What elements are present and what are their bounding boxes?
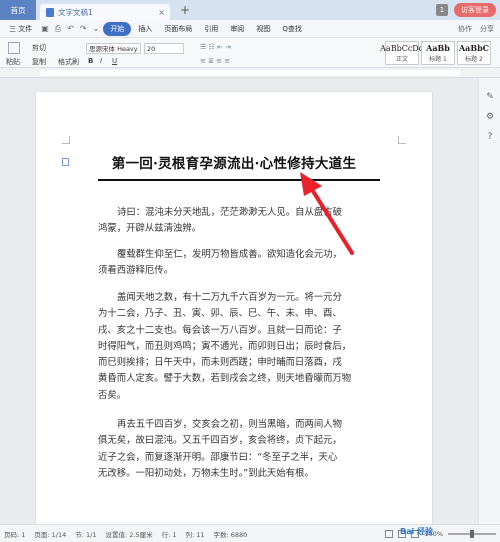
zoom-knob[interactable] <box>470 529 474 538</box>
title-bar: 首页 文字文稿1 × + 1 访客登录 <box>0 0 500 20</box>
tab-view[interactable]: 视图 <box>251 24 275 34</box>
style-sample: AaBbCcDd <box>380 43 424 53</box>
title-underline <box>98 179 380 181</box>
bold-button[interactable]: B <box>88 57 93 65</box>
text-line: 近子之会，而复逐渐开明。邵康节曰：“冬至子之半，天心 <box>98 451 338 463</box>
text-line: 否矣。 <box>98 389 127 401</box>
underline-button[interactable]: U <box>112 57 117 65</box>
status-row: 行: 1 <box>161 530 177 539</box>
style-label: 标题 1 <box>429 56 447 63</box>
align-icons[interactable]: ≡ ≣ ≡ ≡ <box>200 57 230 65</box>
share-button[interactable]: 分享 <box>480 24 494 34</box>
document-icon <box>46 7 54 17</box>
save-icon[interactable]: ▣ <box>39 24 51 33</box>
document-title[interactable]: 第一回·灵根育孕源流出·心性修持大道生 <box>36 152 432 172</box>
style-sample: AaBb <box>426 43 450 53</box>
zoom-slider[interactable] <box>448 529 496 538</box>
status-section: 节: 1/1 <box>75 530 97 539</box>
paste-icon[interactable] <box>8 42 20 54</box>
list-icons[interactable]: ☰ ☷ ⇤ ⇥ <box>200 43 231 51</box>
text-line: 覆载群生仰至仁，发明万物皆成善。欲知造化会元功， <box>117 249 343 260</box>
document-page[interactable]: 第一回·灵根育孕源流出·心性修持大道生 诗曰：混沌未分天地乱，茫茫渺渺无人见。自… <box>36 92 432 532</box>
paragraph[interactable]: 再去五千四百岁，交亥会之初，则当黑暗，而两间人物 俱无矣，故曰混沌。又五千四百岁… <box>98 417 380 482</box>
file-menu[interactable]: 三 文件 <box>4 24 37 34</box>
print-icon[interactable]: ⎙ <box>53 24 63 34</box>
tab-insert[interactable]: 插入 <box>133 24 157 34</box>
cut-button[interactable]: 剪切 <box>32 43 46 53</box>
watermark: Bai 经验 <box>400 527 434 536</box>
text-line: 再去五千四百岁，交亥会之初，则当黑暗，而两间人物 <box>117 419 343 430</box>
search-button[interactable]: Q查找 <box>277 24 307 34</box>
page-corner-mark <box>62 136 70 144</box>
text-line: 黄昏而人定亥。譬于大数，若到戌会之终，则天地昏曚而万物 <box>98 373 352 385</box>
style-sample: AaBbC <box>458 43 490 53</box>
left-margin <box>0 78 32 524</box>
paragraph[interactable]: 覆载群生仰至仁，发明万物皆成善。欲知造化会元功， 须看西游释厄传。 <box>98 247 380 280</box>
pen-icon[interactable]: ✎ <box>484 92 496 104</box>
style-label: 标题 2 <box>465 56 483 63</box>
status-col: 列: 11 <box>185 530 205 539</box>
collaborate-button[interactable]: 协作 <box>458 24 472 34</box>
help-icon[interactable]: ? <box>484 132 496 144</box>
chevron-down-icon[interactable]: ⌄ <box>91 24 102 33</box>
text-line: 时得阳气，而丑则鸡鸣；寅不通光，而卯则日出；辰时食后， <box>98 340 352 352</box>
text-line: 鸿蒙，开辟从兹清浊辨。 <box>98 223 202 235</box>
format-painter-button[interactable]: 格式刷 <box>58 57 79 67</box>
view-mode-icon[interactable] <box>385 529 394 538</box>
text-line: 俱无矣，故曰混沌。又五千四百岁，亥会将终，贞下起元， <box>98 435 342 447</box>
style-heading-2[interactable]: AaBbC 标题 2 <box>457 41 491 65</box>
page-corner-mark <box>398 136 406 144</box>
style-normal[interactable]: AaBbCcDd 正文 <box>380 41 424 65</box>
right-side-panel: ✎ ⚙ ? <box>478 78 500 524</box>
close-icon[interactable]: × <box>158 8 165 17</box>
status-words[interactable]: 字数: 6880 <box>214 529 248 539</box>
redo-icon[interactable]: ↷ <box>78 24 89 33</box>
tab-review[interactable]: 审阅 <box>225 24 249 34</box>
window-count-badge[interactable]: 1 <box>436 4 448 16</box>
text-line: 诗曰：混沌未分天地乱，茫茫渺渺无人见。自从盘古破 <box>117 207 343 218</box>
login-button[interactable]: 访客登录 <box>454 3 496 17</box>
ruler-track <box>40 70 460 76</box>
italic-button[interactable]: I <box>100 57 102 65</box>
status-pages[interactable]: 页面: 1/14 <box>34 529 66 539</box>
paragraph[interactable]: 盖闻天地之数，有十二万九千六百岁为一元。将一元分 为十二会，乃子、丑、寅、卯、辰… <box>98 290 380 404</box>
text-line: 盖闻天地之数，有十二万九千六百岁为一元。将一元分 <box>117 292 343 303</box>
text-line: 为十二会，乃子、丑、寅、卯、辰、巳、午、未、申、酉、 <box>98 308 342 320</box>
style-label: 正文 <box>395 55 408 63</box>
status-page[interactable]: 页码: 1 <box>4 529 25 539</box>
status-settings: 设置值: 2.5厘米 <box>105 530 153 539</box>
tab-document-label: 文字文稿1 <box>58 7 93 17</box>
paste-button[interactable]: 粘贴 <box>6 57 20 67</box>
text-line: 而巳则挨排；日午天中，而未则西蹉；申时晡而日落酉，戌 <box>98 357 342 369</box>
text-line: 无改移。一阳初动处，万物未生时。”到此天始有根。 <box>98 467 314 479</box>
menu-bar: 三 文件 ▣ ⎙ ↶ ↷ ⌄ 开始 插入 页面布局 引用 审阅 视图 Q查找 协… <box>0 20 500 38</box>
tab-page-layout[interactable]: 页面布局 <box>159 24 197 34</box>
tab-document[interactable]: 文字文稿1 × <box>40 4 170 20</box>
undo-icon[interactable]: ↶ <box>65 24 76 33</box>
settings-icon[interactable]: ⚙ <box>484 112 496 124</box>
font-select[interactable]: 思源宋体 Heavy <box>86 43 141 54</box>
new-tab-button[interactable]: + <box>180 3 190 17</box>
horizontal-ruler[interactable] <box>0 68 500 78</box>
tab-references[interactable]: 引用 <box>199 24 223 34</box>
paragraph[interactable]: 诗曰：混沌未分天地乱，茫茫渺渺无人见。自从盘古破 鸿蒙，开辟从兹清浊辨。 <box>98 205 380 238</box>
ribbon-toolbar: 粘贴 剪切 复制 格式刷 思源宋体 Heavy 20 B I U ☰ ☷ ⇤ ⇥… <box>0 38 500 68</box>
text-line: 须看西游释厄传。 <box>98 265 174 277</box>
font-size-select[interactable]: 20 <box>144 43 184 54</box>
copy-button[interactable]: 复制 <box>32 57 46 67</box>
tab-home[interactable]: 首页 <box>0 0 36 20</box>
style-heading-1[interactable]: AaBb 标题 1 <box>421 41 455 65</box>
tab-start[interactable]: 开始 <box>103 21 132 36</box>
text-line: 戌、亥之十二支也。每会该一万八百岁。且就一日而论：子 <box>98 324 342 336</box>
